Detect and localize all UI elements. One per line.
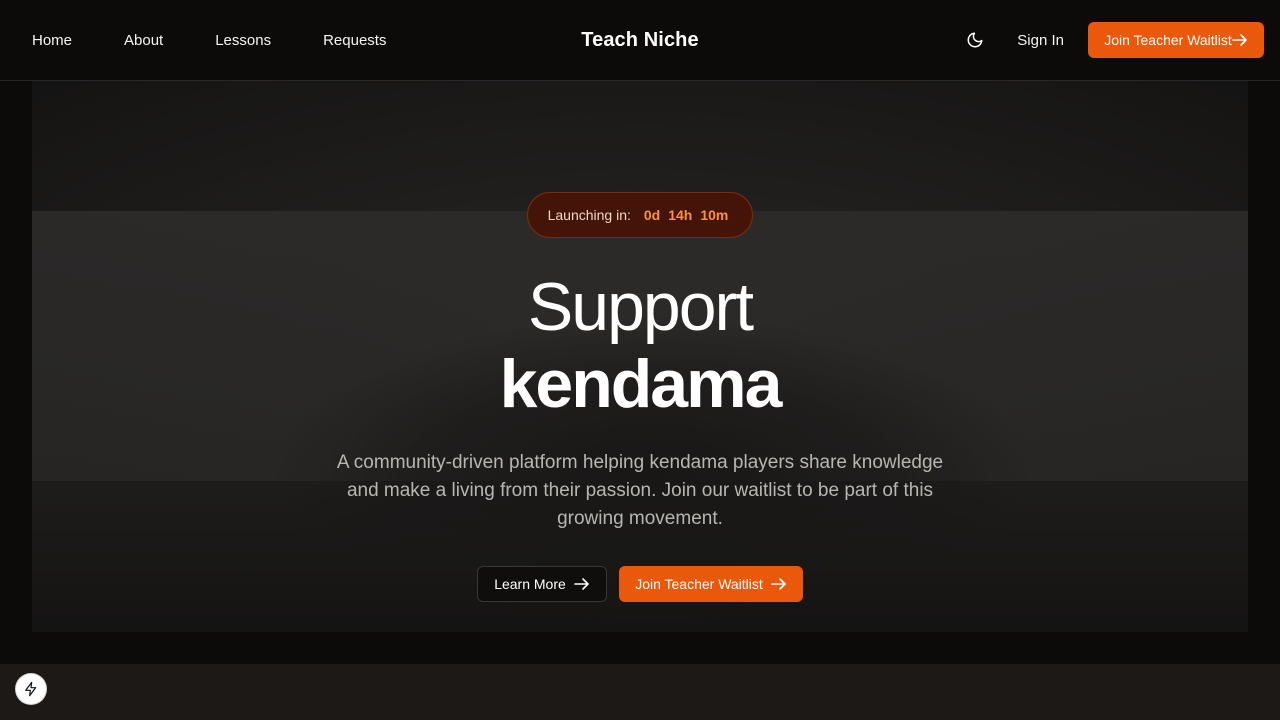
- launch-label: Launching in:: [547, 207, 631, 223]
- nav-link-about[interactable]: About: [124, 32, 163, 49]
- lightning-bolt-icon: [25, 681, 37, 697]
- arrow-right-icon: [1231, 34, 1247, 46]
- countdown-hours: 14h: [668, 207, 693, 223]
- hero-headline-line-1: Support: [527, 269, 754, 345]
- arrow-right-icon: [573, 577, 590, 591]
- nav-link-requests[interactable]: Requests: [323, 32, 386, 49]
- hero-join-waitlist-button[interactable]: Join Teacher Waitlist: [619, 566, 803, 602]
- next-section-band: [0, 664, 1280, 720]
- primary-nav: Home About Lessons Requests: [32, 0, 438, 80]
- learn-more-label: Learn More: [494, 576, 566, 592]
- nav-join-waitlist-button[interactable]: Join Teacher Waitlist: [1088, 22, 1264, 58]
- hero-join-waitlist-label: Join Teacher Waitlist: [635, 576, 763, 592]
- learn-more-button[interactable]: Learn More: [477, 566, 607, 602]
- theme-toggle-button[interactable]: [963, 28, 987, 52]
- hero-button-group: Learn More Join Teacher Waitlist: [477, 566, 803, 602]
- launch-countdown-badge: Launching in: 0d 14h 10m: [527, 192, 753, 238]
- brand-logo-text[interactable]: Teach Niche: [581, 29, 698, 52]
- countdown-days: 0d: [643, 207, 661, 223]
- nav-link-lessons[interactable]: Lessons: [215, 32, 271, 49]
- sign-in-link[interactable]: Sign In: [1017, 32, 1064, 49]
- hero-headline-line-2: kendama: [499, 346, 783, 422]
- nav-join-waitlist-label: Join Teacher Waitlist: [1104, 32, 1232, 48]
- dev-tools-badge[interactable]: [16, 674, 46, 704]
- nav-actions: Sign In Join Teacher Waitlist: [963, 22, 1264, 58]
- countdown-minutes: 10m: [700, 207, 729, 223]
- arrow-right-icon: [770, 577, 787, 591]
- moon-icon: [967, 32, 983, 48]
- top-navbar: Home About Lessons Requests Teach Niche …: [0, 0, 1280, 81]
- nav-link-home[interactable]: Home: [32, 32, 72, 49]
- hero-description: A community-driven platform helping kend…: [336, 452, 944, 529]
- hero-section: Launching in: 0d 14h 10m Support kendama…: [32, 81, 1248, 632]
